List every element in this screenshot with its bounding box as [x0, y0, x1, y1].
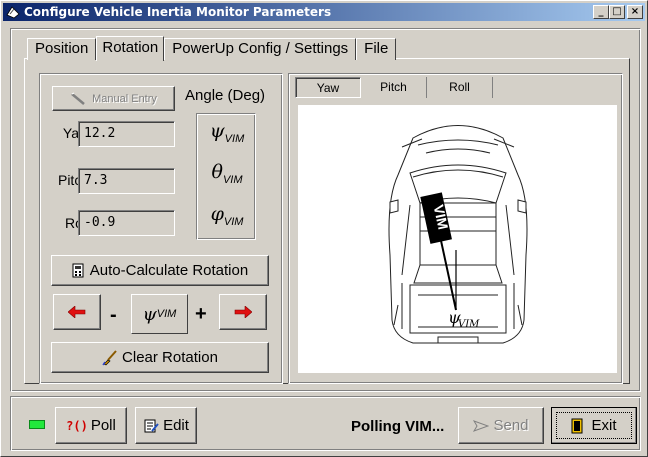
- minus-label: -: [110, 304, 117, 326]
- rotate-left-button[interactable]: [53, 294, 101, 330]
- exit-button[interactable]: Exit: [551, 407, 637, 444]
- poll-button[interactable]: ?() Poll: [55, 407, 127, 444]
- angle-header: Angle (Deg): [185, 87, 266, 104]
- plus-label: +: [195, 303, 207, 325]
- tab-rotation[interactable]: Rotation: [96, 36, 165, 61]
- pitch-field[interactable]: 7.3: [78, 168, 175, 194]
- roll-field[interactable]: -0.9: [78, 210, 175, 236]
- auto-calculate-label: Auto-Calculate Rotation: [89, 262, 249, 279]
- angle-symbols: ψVIM θVIM φVIM: [196, 113, 256, 240]
- manual-entry-button[interactable]: Manual Entry: [52, 86, 175, 111]
- auto-calculate-button[interactable]: Auto-Calculate Rotation: [51, 255, 269, 286]
- main-tabs: Position Rotation PowerUp Config / Setti…: [27, 36, 397, 61]
- view-tab-yaw[interactable]: Yaw: [295, 77, 361, 98]
- arrow-left-icon: [68, 306, 86, 318]
- focus-ring: [556, 412, 632, 439]
- config-window: Configure Vehicle Inertia Monitor Parame…: [0, 0, 648, 457]
- yaw-field[interactable]: 12.2: [78, 121, 175, 147]
- tab-position[interactable]: Position: [27, 38, 97, 60]
- tab-powerup-config[interactable]: PowerUp Config / Settings: [164, 38, 357, 60]
- poll-label: Poll: [90, 417, 116, 434]
- view-tabs: Yaw Pitch Roll: [295, 77, 493, 99]
- minimize-button[interactable]: _: [593, 5, 609, 19]
- view-angle-sub: VIM: [458, 319, 480, 330]
- close-button[interactable]: ×: [627, 5, 643, 19]
- view-tab-roll[interactable]: Roll: [427, 77, 493, 98]
- poll-icon: ?(): [66, 418, 88, 433]
- status-led: [29, 420, 45, 429]
- arrow-right-icon: [234, 306, 252, 318]
- send-button[interactable]: Send: [458, 407, 544, 444]
- edit-button[interactable]: Edit: [135, 407, 197, 444]
- yaw-adjust-symbol: ψ VIM: [131, 294, 188, 334]
- send-arrow-icon: [473, 419, 490, 432]
- view-tab-pitch[interactable]: Pitch: [361, 77, 427, 98]
- roll-symbol: φVIM: [210, 203, 244, 228]
- status-text: Polling VIM...: [351, 418, 445, 435]
- calculator-icon: [72, 263, 84, 278]
- eraser-brush-icon: [102, 349, 117, 365]
- clear-rotation-label: Clear Rotation: [122, 349, 218, 366]
- window-title: Configure Vehicle Inertia Monitor Parame…: [24, 5, 332, 19]
- vehicle-top-view: VIM ψ VIM: [298, 105, 617, 373]
- rotate-right-button[interactable]: [219, 294, 267, 330]
- app-icon: [6, 5, 20, 19]
- clear-rotation-button[interactable]: Clear Rotation: [51, 342, 269, 373]
- pencil-icon: [71, 92, 85, 105]
- yaw-symbol: ψVIM: [209, 120, 245, 145]
- edit-label: Edit: [163, 417, 189, 434]
- send-label: Send: [493, 417, 529, 434]
- tab-file[interactable]: File: [356, 38, 397, 60]
- manual-entry-label: Manual Entry: [92, 92, 157, 105]
- maximize-button[interactable]: □: [609, 5, 625, 19]
- title-bar[interactable]: Configure Vehicle Inertia Monitor Parame…: [3, 3, 645, 21]
- pitch-symbol: θVIM: [211, 161, 243, 186]
- vehicle-drawing: VIM ψ VIM: [388, 125, 528, 344]
- edit-doc-icon: [144, 419, 159, 432]
- vim-device-marker: VIM: [420, 192, 457, 311]
